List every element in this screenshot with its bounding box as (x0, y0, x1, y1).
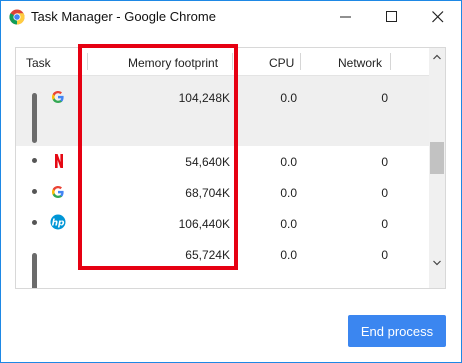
memory-value: 68,704K (185, 186, 230, 200)
process-group-bar (32, 253, 37, 288)
svg-text:hp: hp (52, 219, 65, 229)
scrollbar-thumb[interactable] (430, 142, 444, 174)
chrome-icon (9, 9, 25, 25)
process-group-bar (32, 93, 37, 143)
table-body: 104,248K 0.0 0 54,640K 0.0 0 68,704K 0.0… (16, 76, 429, 288)
memory-value: 54,640K (185, 155, 230, 169)
network-value: 0 (381, 91, 388, 105)
table-row[interactable]: 54,640K 0.0 0 (16, 146, 429, 176)
network-value: 0 (381, 186, 388, 200)
column-divider[interactable] (300, 53, 301, 70)
close-icon (432, 11, 444, 23)
column-header-cpu[interactable]: CPU (269, 56, 294, 70)
cpu-value: 0.0 (280, 155, 297, 169)
network-value: 0 (381, 217, 388, 231)
process-table: Task Memory footprint CPU Network 104,24… (15, 47, 446, 289)
vertical-scrollbar[interactable] (429, 48, 445, 288)
column-divider[interactable] (87, 53, 88, 70)
scroll-up-icon[interactable] (433, 54, 441, 60)
cpu-value: 0.0 (280, 186, 297, 200)
google-g-icon (52, 91, 64, 103)
google-g-icon (52, 186, 64, 198)
memory-value: 104,248K (178, 91, 230, 105)
cpu-value: 0.0 (280, 91, 297, 105)
title-bar[interactable]: Task Manager - Google Chrome (1, 1, 461, 33)
column-header-memory-footprint[interactable]: Memory footprint (128, 56, 218, 70)
maximize-icon (386, 11, 397, 22)
column-header-network[interactable]: Network (338, 56, 382, 70)
hp-icon: hp (50, 214, 66, 230)
column-divider[interactable] (232, 53, 233, 70)
scroll-down-icon[interactable] (433, 260, 441, 266)
table-header: Task Memory footprint CPU Network (16, 48, 429, 76)
bullet-icon (32, 189, 37, 194)
minimize-button[interactable] (323, 1, 369, 33)
table-row[interactable]: 104,248K 0.0 0 (16, 76, 429, 146)
window-title: Task Manager - Google Chrome (31, 9, 216, 24)
cpu-value: 0.0 (280, 248, 297, 262)
cpu-value: 0.0 (280, 217, 297, 231)
network-value: 0 (381, 155, 388, 169)
memory-value: 106,440K (178, 217, 230, 231)
table-row[interactable]: 65,724K 0.0 0 (16, 239, 429, 288)
end-process-button[interactable]: End process (348, 315, 446, 347)
column-header-task[interactable]: Task (26, 56, 51, 70)
netflix-icon (55, 154, 63, 168)
task-manager-window: Task Manager - Google Chrome Task Memory… (0, 0, 462, 363)
column-divider[interactable] (390, 53, 391, 70)
table-row[interactable]: 68,704K 0.0 0 (16, 177, 429, 207)
memory-value: 65,724K (185, 248, 230, 262)
minimize-icon (340, 16, 351, 18)
bullet-icon (32, 158, 37, 163)
table-row[interactable]: hp 106,440K 0.0 0 (16, 208, 429, 238)
close-button[interactable] (415, 1, 461, 33)
bullet-icon (32, 220, 37, 225)
maximize-button[interactable] (369, 1, 415, 33)
network-value: 0 (381, 248, 388, 262)
